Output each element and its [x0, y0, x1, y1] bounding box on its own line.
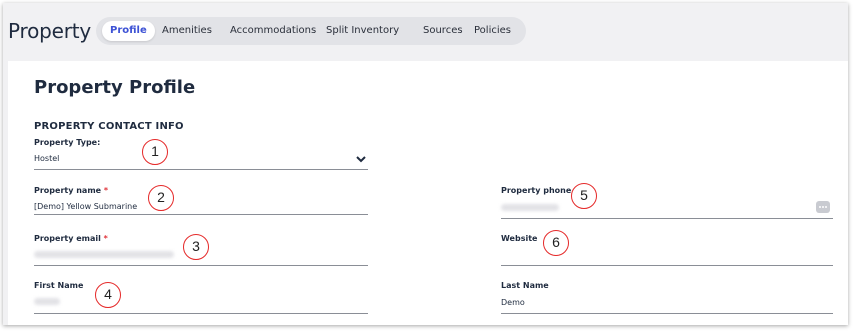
annotation-marker-4: 4 [95, 282, 121, 308]
app-window: Property Profile Amenities Accommodation… [3, 3, 848, 325]
website-label: Website [501, 234, 538, 243]
property-email-underline [34, 265, 368, 266]
property-phone-input[interactable] [501, 204, 559, 211]
annotation-marker-3: 3 [183, 234, 209, 260]
website-underline [501, 265, 833, 266]
first-name-label: First Name [34, 281, 84, 290]
page-title: Property [8, 19, 92, 43]
tab-split-inventory[interactable]: Split Inventory [318, 21, 407, 41]
property-email-input[interactable] [34, 251, 174, 258]
section-title: PROPERTY CONTACT INFO [34, 121, 184, 132]
annotation-marker-5: 5 [571, 183, 597, 209]
last-name-label: Last Name [501, 281, 549, 290]
property-type-underline [34, 169, 368, 170]
property-phone-label: Property phone * [501, 186, 578, 195]
last-name-underline [501, 313, 833, 314]
annotation-marker-6: 6 [543, 230, 569, 256]
annotation-marker-2: 2 [148, 185, 174, 211]
first-name-underline [34, 313, 368, 314]
top-bar: Property Profile Amenities Accommodation… [3, 3, 848, 59]
tab-accommodations[interactable]: Accommodations [222, 21, 324, 41]
property-name-underline [34, 214, 368, 215]
property-email-label: Property email * [34, 234, 108, 243]
tab-sources[interactable]: Sources [415, 21, 471, 41]
more-options-icon[interactable] [816, 201, 830, 213]
property-type-select[interactable]: Hostel [34, 154, 59, 163]
property-phone-underline [501, 218, 833, 219]
property-type-label: Property Type: [34, 138, 101, 147]
tab-policies[interactable]: Policies [466, 21, 519, 41]
first-name-input[interactable] [34, 298, 60, 305]
tab-profile[interactable]: Profile [102, 21, 155, 41]
tab-amenities[interactable]: Amenities [154, 21, 220, 41]
property-name-label: Property name * [34, 186, 109, 195]
chevron-down-icon[interactable] [356, 155, 366, 163]
profile-card: Property Profile PROPERTY CONTACT INFO P… [8, 61, 848, 325]
tab-bar: Profile Amenities Accommodations Split I… [96, 17, 526, 45]
annotation-marker-1: 1 [142, 139, 168, 165]
card-title: Property Profile [34, 77, 196, 98]
last-name-input[interactable]: Demo [501, 298, 525, 307]
property-name-input[interactable]: [Demo] Yellow Submarine [34, 202, 137, 211]
